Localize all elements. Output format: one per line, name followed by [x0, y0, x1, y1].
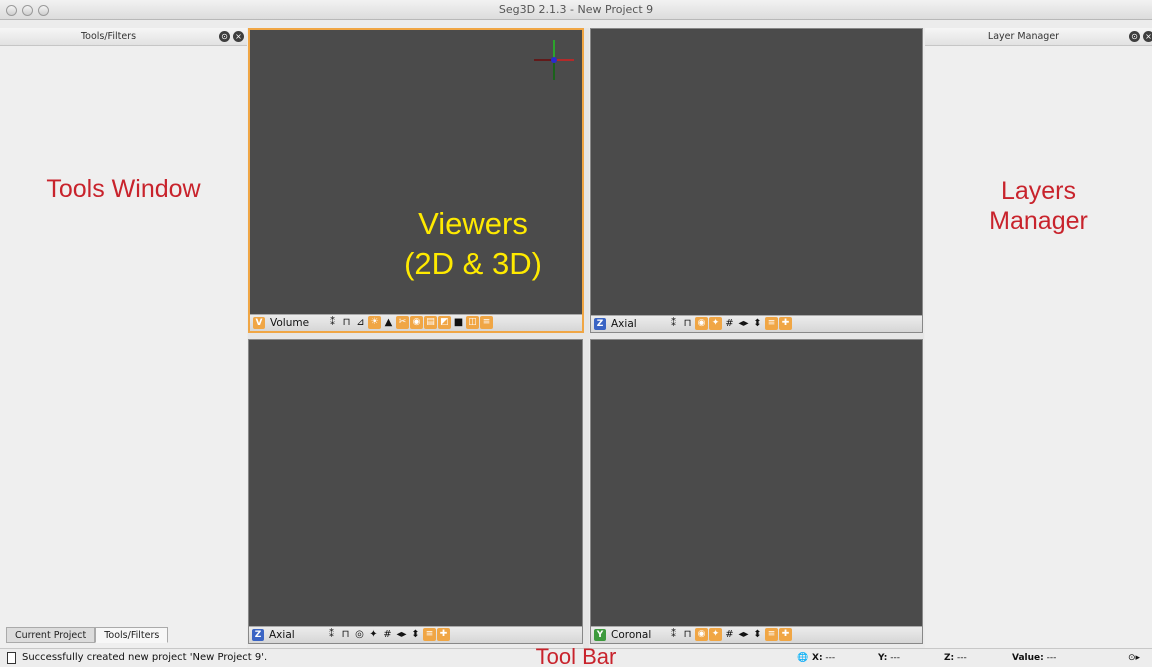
viewer-mode-badge[interactable]: Z — [594, 318, 606, 330]
layer-panel-title: Layer Manager — [987, 31, 1060, 42]
viewer-toolbar: Z Axial ⁑ ⊓ ◉ ✦ # ◂▸ ⬍ ≡ ✚ — [591, 315, 922, 332]
viewer-icon-group: ⁑ ⊓ ◉ ✦ # ◂▸ ⬍ ≡ ✚ — [667, 628, 792, 641]
tab-tools-filters[interactable]: Tools/Filters — [95, 627, 169, 643]
layer-panel-header: Layer Manager ⊙ × — [925, 28, 1152, 46]
viewer-mode-label[interactable]: Axial — [269, 629, 295, 641]
window-icon[interactable]: ◫ — [466, 316, 479, 329]
lock-icon[interactable]: ⊓ — [681, 317, 694, 330]
tools-panel-title: Tools/Filters — [80, 31, 137, 42]
plus-icon[interactable]: ✚ — [437, 628, 450, 641]
lock-icon[interactable]: ⊓ — [339, 628, 352, 641]
lock-icon[interactable]: ⊓ — [340, 316, 353, 329]
viewers-annotation: Viewers (2D & 3D) — [388, 204, 558, 284]
ruler-icon[interactable]: ⊿ — [354, 316, 367, 329]
tab-current-project[interactable]: Current Project — [6, 627, 96, 643]
plus-icon[interactable]: ✚ — [779, 317, 792, 330]
viewer-icon-group: ⁑ ⊓ ◎ ✦ # ◂▸ ⬍ ≡ ✚ — [325, 628, 450, 641]
title-bar: Seg3D 2.1.3 - New Project 9 — [0, 0, 1152, 20]
viewer-mode-label[interactable]: Coronal — [611, 629, 651, 641]
viewers-annotation-line2: (2D & 3D) — [404, 246, 542, 281]
flip-v-icon[interactable]: ⬍ — [751, 317, 764, 330]
panel-tabs: Current Project Tools/Filters — [6, 627, 169, 643]
close-icon[interactable]: × — [1143, 31, 1152, 42]
viewer-mode-label[interactable]: Volume — [270, 317, 309, 329]
viewers-annotation-line1: Viewers — [418, 206, 528, 241]
plus-icon[interactable]: ✚ — [779, 628, 792, 641]
picking-icon[interactable]: ✦ — [709, 317, 722, 330]
close-icon[interactable]: × — [233, 31, 244, 42]
fullscreen-icon[interactable]: ⁑ — [667, 317, 680, 330]
eye-icon[interactable]: ◉ — [695, 628, 708, 641]
flip-h-icon[interactable]: ◂▸ — [737, 317, 750, 330]
box-icon[interactable]: ■ — [452, 316, 465, 329]
tools-filters-panel: Tools/Filters ⊙ × Tools Window — [0, 28, 247, 648]
tools-window-annotation: Tools Window — [46, 175, 201, 203]
float-icon[interactable]: ⊙ — [219, 31, 230, 42]
grid-icon[interactable]: # — [723, 317, 736, 330]
cone-icon[interactable]: ▲ — [382, 316, 395, 329]
viewer-icon-group: ⁑ ⊓ ⊿ ☀ ▲ ✂ ◉ ▤ ◩ ■ ◫ ≡ — [326, 316, 493, 329]
layers-manager-annotation: Layers Manager — [925, 176, 1152, 236]
flip-h-icon[interactable]: ◂▸ — [395, 628, 408, 641]
seg3d-window: Seg3D 2.1.3 - New Project 9 Tools/Filter… — [0, 0, 1152, 667]
picking-icon[interactable]: ✦ — [367, 628, 380, 641]
flip-v-icon[interactable]: ⬍ — [409, 628, 422, 641]
eye-icon[interactable]: ◉ — [695, 317, 708, 330]
fullscreen-icon[interactable]: ⁑ — [325, 628, 338, 641]
viewer-mode-badge[interactable]: Y — [594, 629, 606, 641]
viewer-coronal[interactable]: Y Coronal ⁑ ⊓ ◉ ✦ # ◂▸ ⬍ ≡ ✚ — [590, 339, 923, 644]
viewer-axial-top[interactable]: Z Axial ⁑ ⊓ ◉ ✦ # ◂▸ ⬍ ≡ ✚ — [590, 28, 923, 333]
viewer-axial-bottom[interactable]: Z Axial ⁑ ⊓ ◎ ✦ # ◂▸ ⬍ ≡ ✚ — [248, 339, 583, 644]
layers-annotation-line2: Manager — [989, 207, 1088, 235]
layers-annotation-line1: Layers — [1000, 177, 1077, 205]
picking-icon[interactable]: ✦ — [709, 628, 722, 641]
flip-v-icon[interactable]: ⬍ — [751, 628, 764, 641]
note-icon[interactable]: ≡ — [423, 628, 436, 641]
light-icon[interactable]: ☀ — [368, 316, 381, 329]
viewer-mode-badge[interactable]: Z — [252, 629, 264, 641]
viewer-mode-badge[interactable]: V — [253, 317, 265, 329]
note-icon[interactable]: ≡ — [765, 317, 778, 330]
viewer-icon-group: ⁑ ⊓ ◉ ✦ # ◂▸ ⬍ ≡ ✚ — [667, 317, 792, 330]
viewer-toolbar: Y Coronal ⁑ ⊓ ◉ ✦ # ◂▸ ⬍ ≡ ✚ — [591, 626, 922, 643]
lock-icon[interactable]: ⊓ — [681, 628, 694, 641]
toolbar-annotation: Tool Bar — [535, 644, 617, 667]
note-icon[interactable]: ≡ — [480, 316, 493, 329]
eye-icon[interactable]: ◎ — [353, 628, 366, 641]
grid-icon[interactable]: # — [381, 628, 394, 641]
float-icon[interactable]: ⊙ — [1129, 31, 1140, 42]
viewer-toolbar: V Volume ⁑ ⊓ ⊿ ☀ ▲ ✂ ◉ ▤ ◩ ■ ◫ ≡ — [250, 314, 582, 331]
slice-icon[interactable]: ◩ — [438, 316, 451, 329]
fullscreen-icon[interactable]: ⁑ — [667, 628, 680, 641]
overlay-icon[interactable]: ▤ — [424, 316, 437, 329]
tools-panel-header: Tools/Filters ⊙ × — [0, 28, 247, 46]
iso-icon[interactable]: ◉ — [410, 316, 423, 329]
grid-icon[interactable]: # — [723, 628, 736, 641]
viewer-mode-label[interactable]: Axial — [611, 318, 637, 330]
layer-manager-panel: Layer Manager ⊙ × Layers Manager — [925, 28, 1152, 648]
fullscreen-icon[interactable]: ⁑ — [326, 316, 339, 329]
orientation-axes-icon — [534, 40, 574, 80]
window-title: Seg3D 2.1.3 - New Project 9 — [498, 3, 654, 16]
viewer-volume[interactable]: Viewers (2D & 3D) V Volume ⁑ ⊓ ⊿ ☀ ▲ ✂ ◉… — [248, 28, 584, 333]
flip-h-icon[interactable]: ◂▸ — [737, 628, 750, 641]
cut-icon[interactable]: ✂ — [396, 316, 409, 329]
note-icon[interactable]: ≡ — [765, 628, 778, 641]
viewer-toolbar: Z Axial ⁑ ⊓ ◎ ✦ # ◂▸ ⬍ ≡ ✚ — [249, 626, 582, 643]
